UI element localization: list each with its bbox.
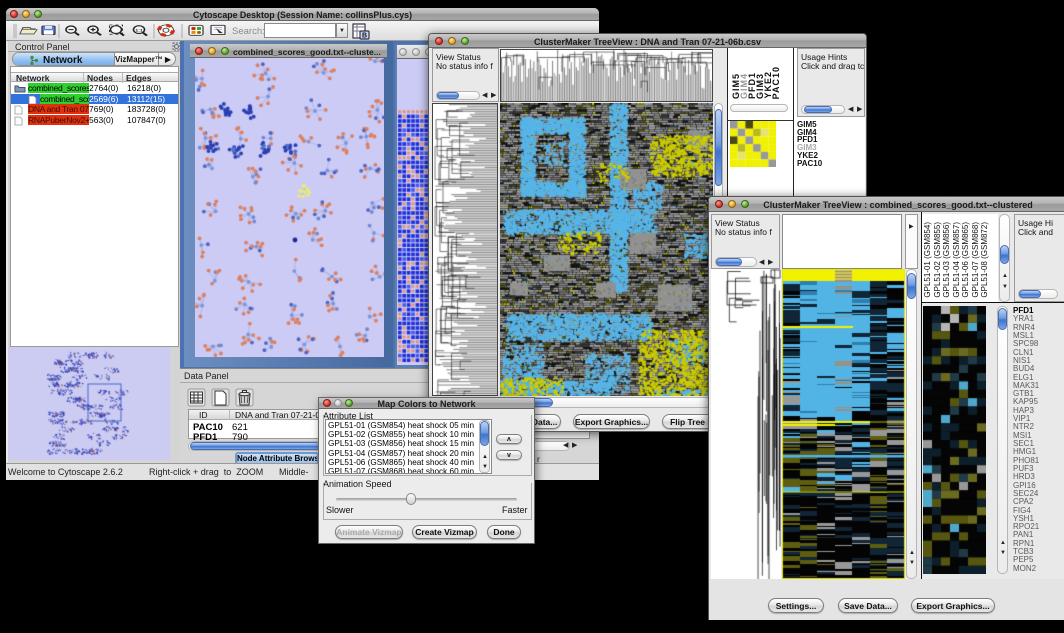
svg-text:1:1: 1:1 bbox=[135, 28, 143, 32]
svg-text:B: B bbox=[362, 33, 367, 40]
